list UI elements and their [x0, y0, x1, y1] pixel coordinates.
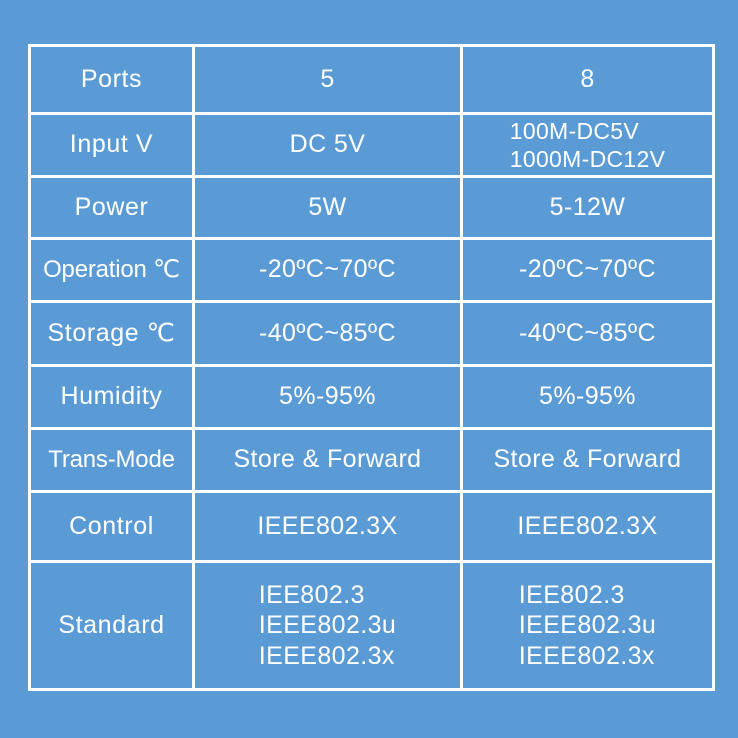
standard-eight-line-3: IEEE802.3x [518, 641, 655, 670]
cell-storage-temperature-five: -40ºC~85ºC [195, 303, 463, 367]
cell-input-voltage-five: DC 5V [195, 115, 463, 178]
row-label-power: Power [31, 178, 195, 240]
row-label-standard: Standard [31, 563, 195, 691]
row-label-input-voltage: Input V [31, 115, 195, 178]
input-voltage-eight-line-1: 100M-DC5V [509, 117, 640, 144]
standard-five-line-3: IEEE802.3x [258, 641, 395, 670]
specification-sheet: Ports 5 8 Input V DC 5V 100M-DC5V 1000M-… [0, 0, 738, 738]
standard-eight-block: IEE802.3 IEEE802.3u IEEE802.3x [519, 580, 656, 672]
row-label-operation-temperature: Operation ℃ [31, 240, 195, 303]
standard-five-line-2: IEEE802.3u [258, 611, 397, 640]
table-row-ports: Ports 5 8 [31, 47, 715, 115]
standard-eight-line-2: IEEE802.3u [518, 611, 657, 640]
cell-transmission-mode-eight: Store & Forward [463, 430, 715, 493]
table-row-operation-temperature: Operation ℃ -20ºC~70ºC -20ºC~70ºC [31, 240, 715, 303]
cell-humidity-eight: 5%-95% [463, 367, 715, 430]
cell-transmission-mode-five: Store & Forward [195, 430, 463, 493]
cell-operation-temperature-five: -20ºC~70ºC [195, 240, 463, 303]
cell-flow-control-five: IEEE802.3X [195, 493, 463, 563]
cell-power-five: 5W [195, 178, 463, 240]
cell-humidity-five: 5%-95% [195, 367, 463, 430]
column-header-five: 5 [195, 47, 463, 115]
column-header-eight: 8 [463, 47, 715, 115]
cell-input-voltage-eight: 100M-DC5V 1000M-DC12V [463, 115, 715, 178]
cell-storage-temperature-eight: -40ºC~85ºC [463, 303, 715, 367]
standard-eight-line-1: IEE802.3 [518, 580, 625, 609]
row-label-transmission-mode: Trans-Mode [31, 430, 195, 493]
cell-flow-control-eight: IEEE802.3X [463, 493, 715, 563]
cell-standard-five: IEE802.3 IEEE802.3u IEEE802.3x [195, 563, 463, 691]
input-voltage-eight-block: 100M-DC5V 1000M-DC12V [510, 117, 665, 173]
row-label-flow-control: Control [31, 493, 195, 563]
specification-table: Ports 5 8 Input V DC 5V 100M-DC5V 1000M-… [28, 44, 715, 691]
input-voltage-eight-line-2: 1000M-DC12V [509, 145, 666, 172]
table-row-flow-control: Control IEEE802.3X IEEE802.3X [31, 493, 715, 563]
cell-operation-temperature-eight: -20ºC~70ºC [463, 240, 715, 303]
standard-five-block: IEE802.3 IEEE802.3u IEEE802.3x [259, 580, 396, 672]
cell-standard-eight: IEE802.3 IEEE802.3u IEEE802.3x [463, 563, 715, 691]
row-label-storage-temperature: Storage ℃ [31, 303, 195, 367]
row-label-humidity: Humidity [31, 367, 195, 430]
table-row-transmission-mode: Trans-Mode Store & Forward Store & Forwa… [31, 430, 715, 493]
table-row-standard: Standard IEE802.3 IEEE802.3u IEEE802.3x … [31, 563, 715, 691]
table-row-humidity: Humidity 5%-95% 5%-95% [31, 367, 715, 430]
cell-power-eight: 5-12W [463, 178, 715, 240]
row-label-ports: Ports [31, 47, 195, 115]
table-row-input-voltage: Input V DC 5V 100M-DC5V 1000M-DC12V [31, 115, 715, 178]
table-row-power: Power 5W 5-12W [31, 178, 715, 240]
table-row-storage-temperature: Storage ℃ -40ºC~85ºC -40ºC~85ºC [31, 303, 715, 367]
standard-five-line-1: IEE802.3 [258, 580, 365, 609]
